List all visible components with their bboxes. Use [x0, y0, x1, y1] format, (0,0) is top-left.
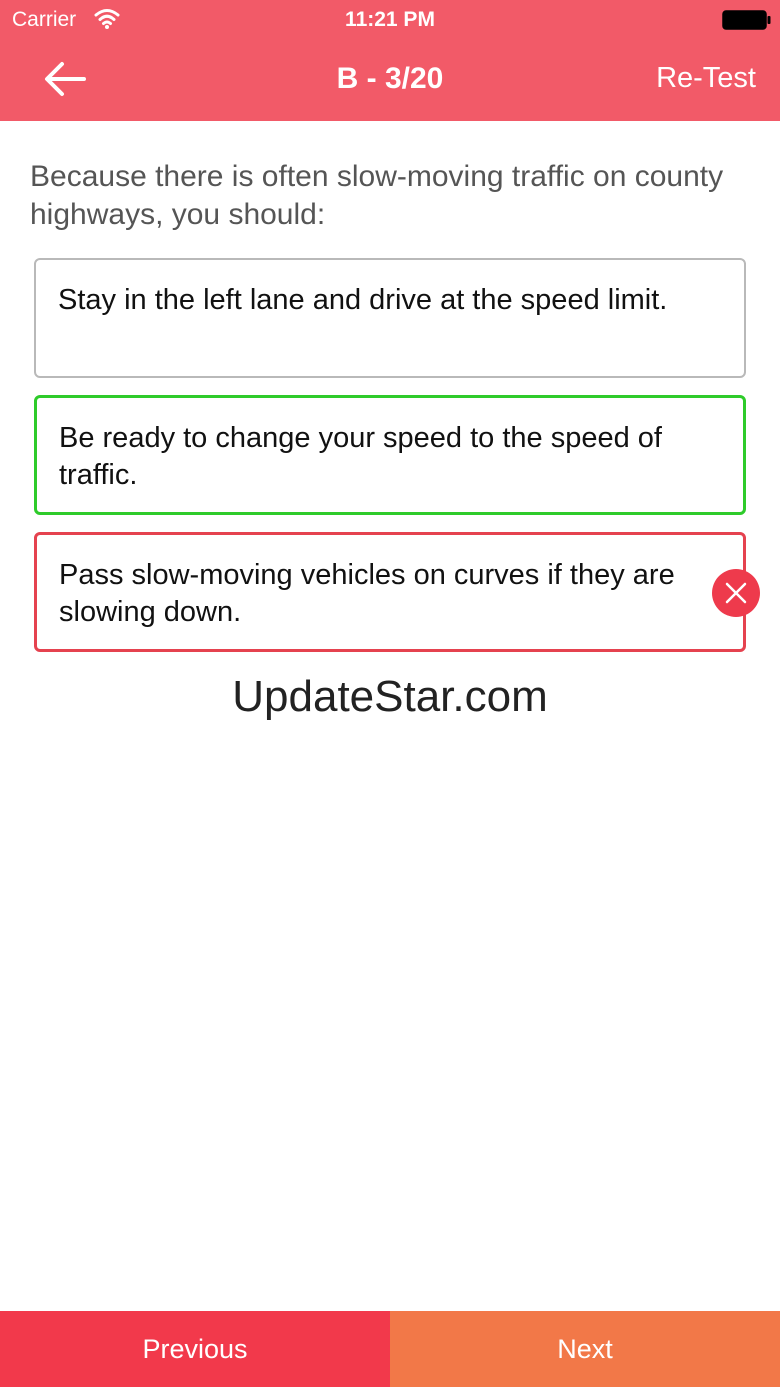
- answer-option-text: Pass slow-moving vehicles on curves if t…: [59, 559, 675, 628]
- answer-option-text: Be ready to change your speed to the spe…: [59, 422, 662, 491]
- answer-option-text: Stay in the left lane and drive at the s…: [58, 284, 668, 316]
- retest-button[interactable]: Re-Test: [656, 62, 756, 95]
- answer-option-1[interactable]: Stay in the left lane and drive at the s…: [34, 258, 746, 378]
- watermark-text: UpdateStar.com: [232, 672, 548, 721]
- nav-bar: B - 3/20 Re-Test: [0, 40, 780, 121]
- previous-button[interactable]: Previous: [0, 1311, 390, 1387]
- status-time: 11:21 PM: [345, 8, 435, 31]
- answer-option-3-incorrect[interactable]: Pass slow-moving vehicles on curves if t…: [34, 532, 746, 652]
- footer: Previous Next: [0, 1311, 780, 1387]
- question-text: Because there is often slow-moving traff…: [30, 160, 724, 231]
- battery-icon: [722, 10, 771, 30]
- next-button[interactable]: Next: [390, 1311, 780, 1387]
- answer-option-2-correct[interactable]: Be ready to change your speed to the spe…: [34, 395, 746, 515]
- header: Carrier 11:21 PM B - 3/20 Re-Test: [0, 0, 780, 121]
- status-bar: Carrier 11:21 PM: [0, 0, 780, 40]
- close-circle-icon: [712, 569, 760, 617]
